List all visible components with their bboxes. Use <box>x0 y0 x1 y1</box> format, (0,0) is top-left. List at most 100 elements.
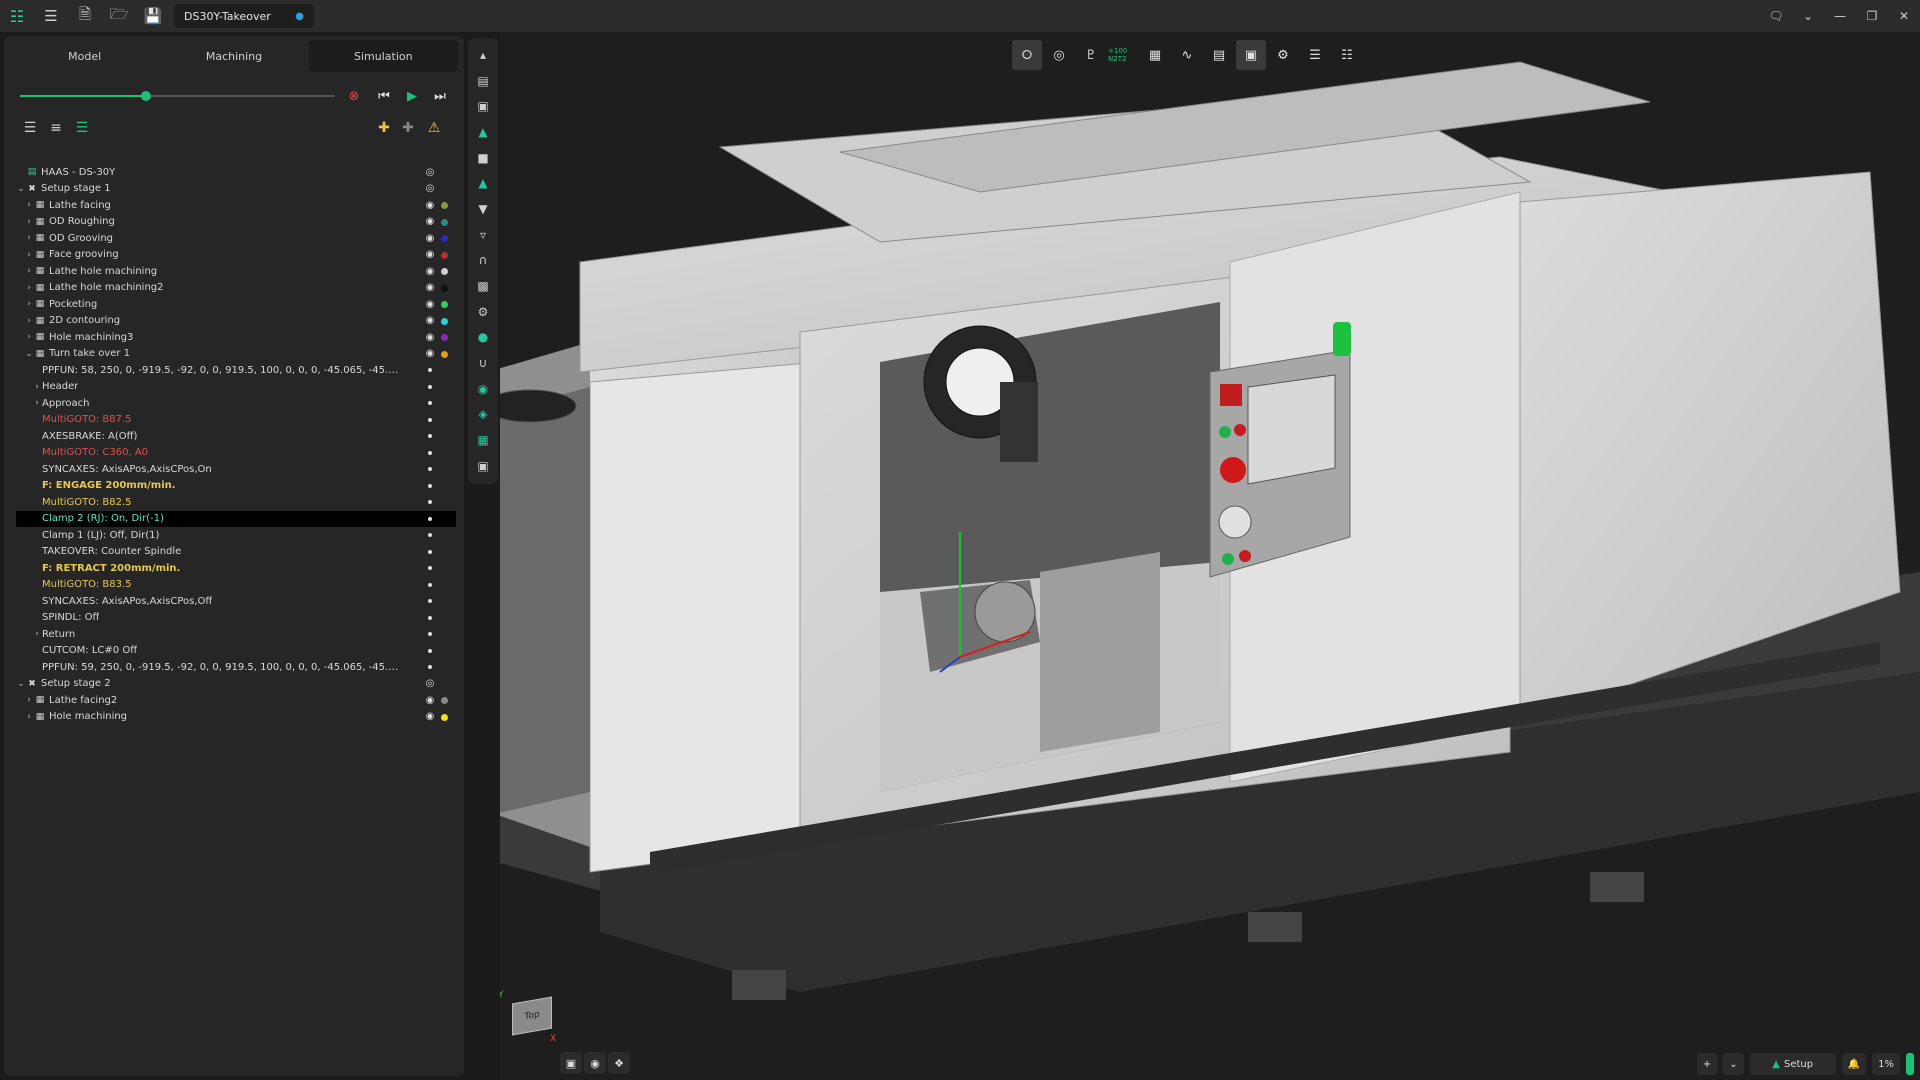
tree-row[interactable]: ▤ HAAS - DS-30Y ◎ <box>16 164 456 181</box>
add-view-icon[interactable]: + <box>1696 1053 1718 1075</box>
visibility-eye-icon[interactable]: ◉ <box>424 711 436 722</box>
cube-face-top[interactable]: Top <box>512 996 552 1036</box>
tree-row[interactable]: MultiGOTO: B83.5 <box>16 577 456 594</box>
tree-row[interactable]: › ▦ Hole machining3 ◉ <box>16 329 456 346</box>
machine-table-icon[interactable]: ▦ <box>1140 40 1170 70</box>
visibility-eye-icon[interactable]: ◉ <box>424 299 436 310</box>
tool-icon[interactable]: ▣ <box>471 93 495 119</box>
visibility-dot-icon[interactable] <box>428 483 432 488</box>
visibility-dot-icon[interactable] <box>428 549 432 554</box>
tree-row[interactable]: ⌄ ✖ Setup stage 2 ◎ <box>16 676 456 693</box>
collapse-chevron-icon[interactable]: › <box>24 200 34 210</box>
expand-chevron-icon[interactable]: ⌄ <box>24 349 34 359</box>
chat-icon[interactable]: 🗨 <box>1760 0 1792 32</box>
tree-row[interactable]: › ▦ Lathe hole machining ◉ <box>16 263 456 280</box>
tool-path-icon[interactable]: ♇ <box>1076 40 1106 70</box>
visibility-dot-icon[interactable] <box>428 566 432 570</box>
open-folder-icon[interactable]: 🗁 <box>102 0 136 32</box>
play-icon[interactable]: ▶ <box>402 86 422 106</box>
navigation-cube[interactable]: Y Top X <box>500 990 560 1052</box>
visibility-dot-icon[interactable] <box>428 632 432 636</box>
expand-chevron-icon[interactable]: ⌄ <box>16 679 26 689</box>
collapse-chevron-icon[interactable]: › <box>24 283 34 293</box>
add-operation-icon[interactable]: ✚ <box>374 118 394 138</box>
visibility-eye-icon[interactable]: ◉ <box>424 216 436 227</box>
tab-machining[interactable]: Machining <box>159 40 308 72</box>
tree-row[interactable]: › ▦ Hole machining ◉ <box>16 709 456 726</box>
notification-icon[interactable]: 🔔 <box>1841 1053 1867 1075</box>
expand-chevron-icon[interactable]: ⌄ <box>16 184 26 194</box>
tree-row[interactable]: F: ENGAGE 200mm/min. <box>16 478 456 495</box>
visibility-eye-icon[interactable]: ◉ <box>424 200 436 211</box>
tree-row[interactable]: SYNCAXES: AxisAPos,AxisCPos,On <box>16 461 456 478</box>
tree-row[interactable]: ⌄ ▦ Turn take over 1 ◉ <box>16 346 456 363</box>
render-style-icon[interactable]: ❖ <box>608 1052 630 1074</box>
save-icon[interactable]: 💾 <box>136 0 170 32</box>
tree-row[interactable]: MultiGOTO: B87.5 <box>16 412 456 429</box>
export-icon[interactable]: ▣ <box>471 453 495 479</box>
visibility-dot-icon[interactable] <box>428 615 432 620</box>
tree-row[interactable]: › ▦ 2D contouring ◉ <box>16 313 456 330</box>
filter-list-icon[interactable]: ☰ <box>72 118 92 138</box>
visibility-eye-icon[interactable]: ◉ <box>424 233 436 244</box>
visibility-dot-icon[interactable] <box>428 450 432 455</box>
visibility-dot-icon[interactable] <box>428 516 432 521</box>
visibility-dot-icon[interactable] <box>428 665 432 669</box>
holder-icon[interactable]: ▼ <box>471 196 495 222</box>
part-icon[interactable]: ■ <box>471 145 495 171</box>
visibility-eye-icon[interactable]: ◉ <box>424 332 436 343</box>
app-logo-icon[interactable]: ☷ <box>0 0 34 32</box>
collapse-chevron-icon[interactable]: › <box>24 217 34 227</box>
tree-row[interactable]: › ▦ Lathe facing2 ◉ <box>16 692 456 709</box>
restore-icon[interactable]: ❐ <box>1856 0 1888 32</box>
collapse-chevron-icon[interactable]: › <box>24 250 34 260</box>
tree-row[interactable]: › Return <box>16 626 456 643</box>
visibility-dot-icon[interactable] <box>428 599 432 603</box>
document-tab[interactable]: DS30Y-Takeover ● <box>174 4 314 28</box>
tree-row[interactable]: ⌄ ✖ Setup stage 1 ◎ <box>16 181 456 198</box>
visibility-eye-icon[interactable]: ◉ <box>424 695 436 706</box>
clamp-icon[interactable]: ∩ <box>471 248 495 274</box>
visibility-dot-icon[interactable] <box>428 533 432 537</box>
collision-icon[interactable]: ◉ <box>471 376 495 402</box>
warning-icon[interactable]: ⚠ <box>424 118 444 138</box>
collapse-chevron-icon[interactable]: › <box>24 266 34 276</box>
tree-row[interactable]: MultiGOTO: B82.5 <box>16 494 456 511</box>
visibility-dot-icon[interactable] <box>428 467 432 471</box>
collapse-chevron-icon[interactable]: › <box>24 299 34 309</box>
collapse-chevron-icon[interactable]: › <box>32 629 42 639</box>
new-file-icon[interactable]: 🗎 <box>68 0 102 32</box>
indent-view-icon[interactable]: ≡ <box>46 118 66 138</box>
machine-view-icon[interactable]: ▣ <box>1236 40 1266 70</box>
chevron-down-icon[interactable]: ⌄ <box>1792 0 1824 32</box>
tree-row[interactable]: › ▦ Lathe facing ◉ <box>16 197 456 214</box>
tree-row[interactable]: Clamp 1 (LJ): Off, Dir(1) <box>16 527 456 544</box>
close-icon[interactable]: ✕ <box>1888 0 1920 32</box>
visibility-eye-icon[interactable]: ◉ <box>424 266 436 277</box>
list-view-icon[interactable]: ☰ <box>20 118 40 138</box>
tree-row[interactable]: CUTCOM: LC#0 Off <box>16 643 456 660</box>
collapse-up-icon[interactable]: ▴ <box>471 42 495 68</box>
workpiece-icon[interactable]: ▩ <box>471 273 495 299</box>
tree-row[interactable]: PPFUN: 59, 250, 0, -919.5, -92, 0, 0, 91… <box>16 659 456 676</box>
zoom-part-icon[interactable]: ◎ <box>1044 40 1074 70</box>
tree-row[interactable]: › Approach <box>16 395 456 412</box>
wave-icon[interactable]: ∿ <box>1172 40 1202 70</box>
view-dropdown-icon[interactable]: ⌄ <box>1723 1053 1744 1075</box>
visibility-eye-icon[interactable]: ◉ <box>424 348 436 359</box>
compare-icon[interactable]: ◈ <box>471 402 495 428</box>
minimize-icon[interactable]: — <box>1824 0 1856 32</box>
setup-selector[interactable]: ▲ Setup <box>1749 1053 1836 1075</box>
settings-icon[interactable]: ⚙ <box>1268 40 1298 70</box>
machine-icon[interactable]: ▤ <box>471 68 495 94</box>
visibility-dot-icon[interactable] <box>428 434 432 438</box>
visibility-dot-icon[interactable] <box>428 368 432 372</box>
tree-row[interactable]: › ▦ Lathe hole machining2 ◉ <box>16 280 456 297</box>
rewind-icon[interactable]: ⏮ <box>374 86 394 106</box>
shading-icon[interactable]: ◉ <box>584 1052 606 1074</box>
tree-row[interactable]: SYNCAXES: AxisAPos,AxisCPos,Off <box>16 593 456 610</box>
tab-simulation[interactable]: Simulation <box>308 40 458 72</box>
stock-icon[interactable]: ▤ <box>1204 40 1234 70</box>
stock-icon[interactable]: ▲ <box>471 119 495 145</box>
select-mode-icon[interactable]: ⭘ <box>1012 40 1042 70</box>
